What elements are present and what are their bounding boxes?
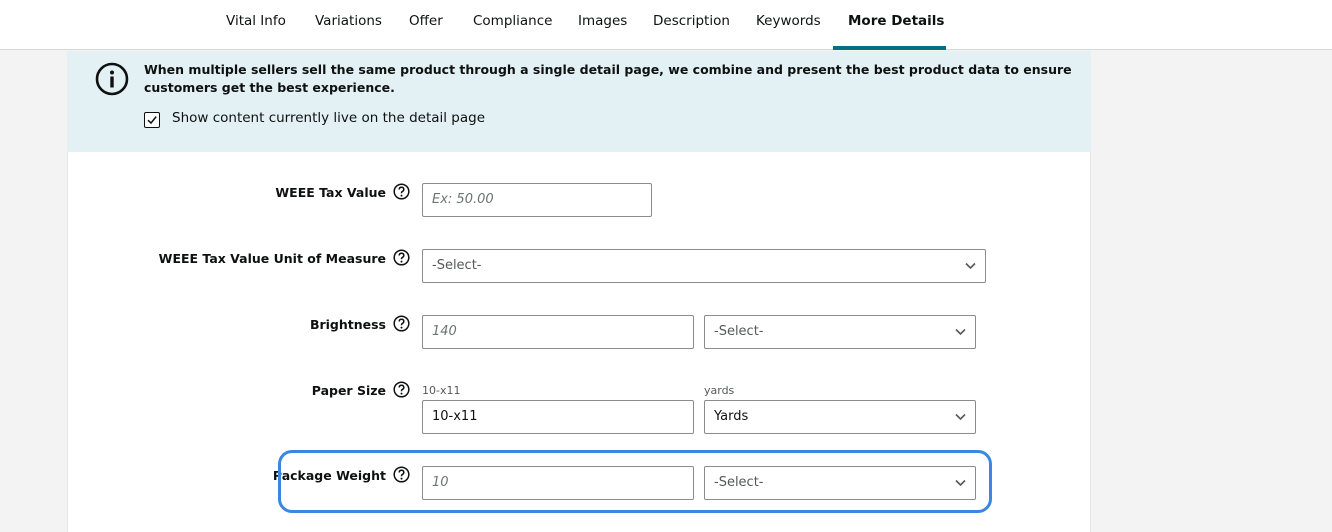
package-weight-highlight: [278, 450, 992, 513]
weee-uom-select[interactable]: -Select-: [422, 249, 986, 283]
paper-size-value-caption: 10-x11: [422, 384, 461, 397]
brightness-input[interactable]: 140: [422, 315, 694, 349]
tab-more-details[interactable]: More Details: [848, 0, 944, 50]
weee-tax-value-label: WEEE Tax Value: [275, 185, 386, 200]
question-circle-icon[interactable]: [393, 183, 410, 200]
weee-uom-select-value: -Select-: [432, 258, 482, 273]
banner-message: When multiple sellers sell the same prod…: [144, 62, 1072, 95]
chevron-down-icon: [955, 328, 966, 336]
tab-compliance[interactable]: Compliance: [473, 0, 552, 50]
question-circle-icon[interactable]: [393, 315, 410, 332]
chevron-down-icon: [955, 413, 966, 421]
brightness-unit-select[interactable]: -Select-: [704, 315, 976, 349]
paper-size-input[interactable]: 10-x11: [422, 400, 694, 434]
tab-offer[interactable]: Offer: [409, 0, 443, 50]
brightness-unit-select-value: -Select-: [714, 324, 764, 339]
paper-size-label: Paper Size: [311, 383, 386, 398]
question-circle-icon[interactable]: [393, 249, 410, 266]
tab-images[interactable]: Images: [578, 0, 627, 50]
chevron-down-icon: [965, 262, 976, 270]
show-live-content-checkbox[interactable]: [144, 112, 160, 128]
tab-variations[interactable]: Variations: [315, 0, 382, 50]
top-tab-bar: Vital Info Variations Offer Compliance I…: [0, 0, 1332, 50]
checkmark-icon: [147, 116, 157, 125]
tab-vital-info[interactable]: Vital Info: [226, 0, 286, 50]
info-circle-icon: [95, 62, 129, 96]
tab-description[interactable]: Description: [653, 0, 730, 50]
paper-size-unit-select-value: Yards: [714, 409, 749, 424]
paper-size-unit-caption: yards: [704, 384, 735, 397]
paper-size-unit-select[interactable]: Yards: [704, 400, 976, 434]
weee-tax-value-input[interactable]: Ex: 50.00: [422, 183, 652, 217]
weee-uom-label: WEEE Tax Value Unit of Measure: [158, 251, 386, 266]
tab-keywords[interactable]: Keywords: [756, 0, 821, 50]
question-circle-icon[interactable]: [393, 381, 410, 398]
show-live-content-label: Show content currently live on the detai…: [172, 110, 486, 126]
active-tab-indicator: [833, 46, 946, 50]
brightness-label: Brightness: [309, 317, 386, 332]
